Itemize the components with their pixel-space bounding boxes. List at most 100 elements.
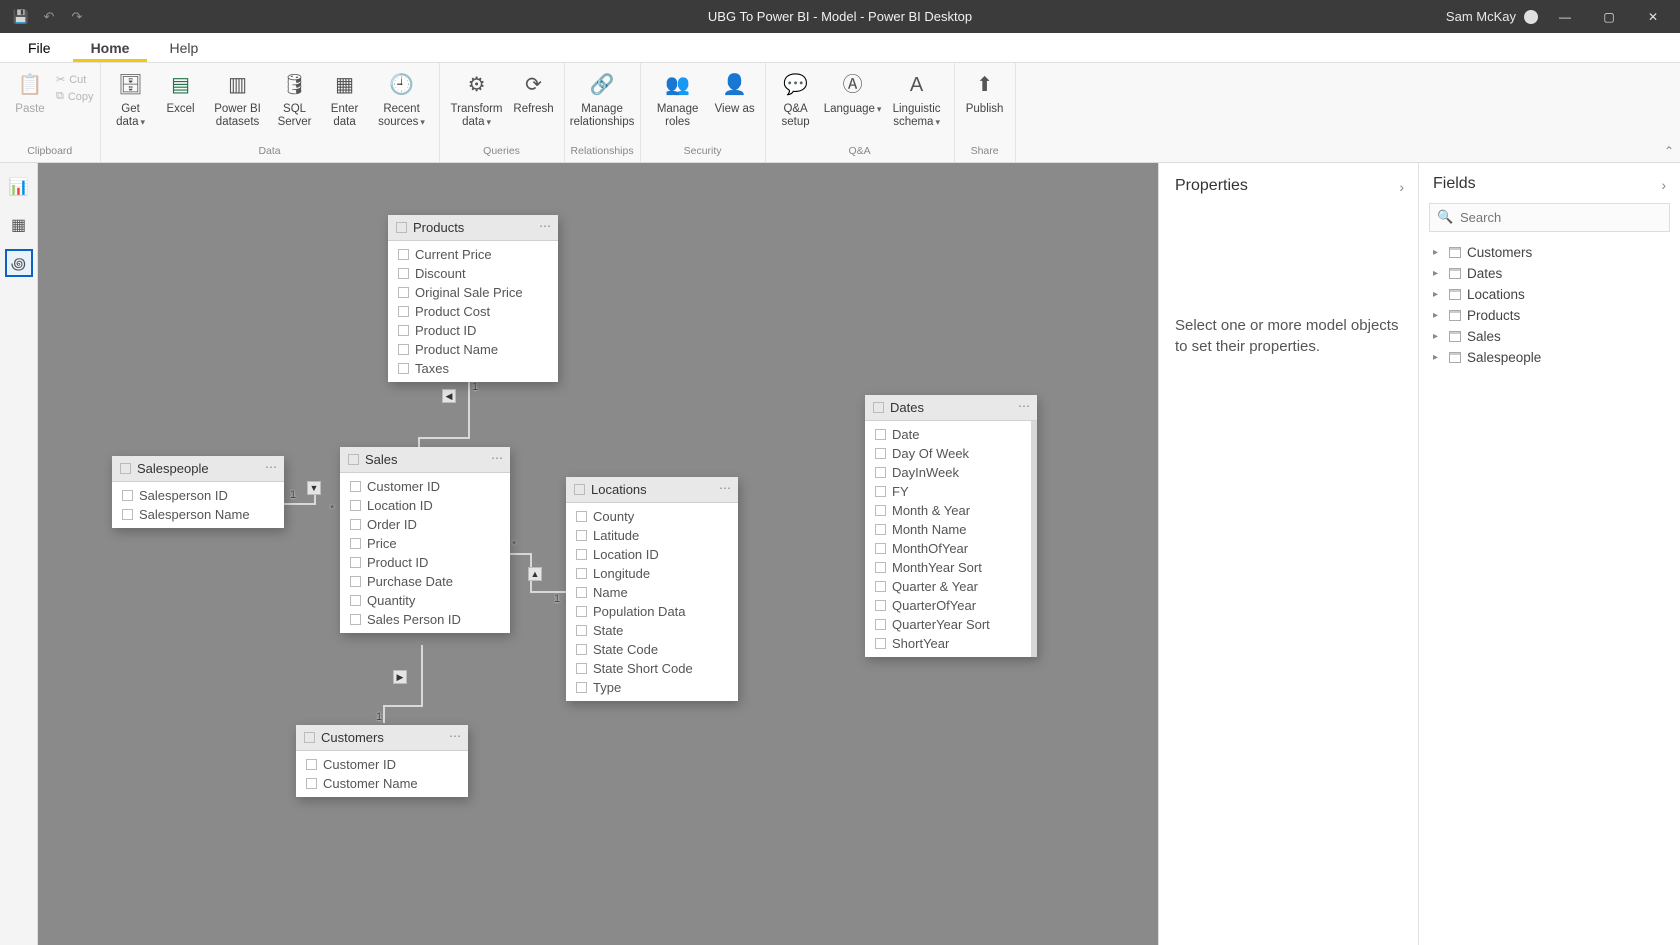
field-row[interactable]: QuarterYear Sort <box>865 615 1031 634</box>
fields-search-input[interactable] <box>1429 203 1670 232</box>
field-row[interactable]: Location ID <box>340 496 510 515</box>
rel-products-sales[interactable] <box>468 380 470 437</box>
rel-salespeople-sales[interactable] <box>284 503 314 505</box>
field-row[interactable]: Discount <box>388 264 558 283</box>
field-row[interactable]: County <box>566 507 738 526</box>
field-row[interactable]: DayInWeek <box>865 463 1031 482</box>
field-row[interactable]: Salesperson ID <box>112 486 284 505</box>
maximize-button[interactable]: ▢ <box>1592 0 1626 33</box>
field-row[interactable]: Product ID <box>340 553 510 572</box>
field-row[interactable]: State <box>566 621 738 640</box>
rel-sales-customers[interactable] <box>421 645 423 705</box>
field-row[interactable]: Quantity <box>340 591 510 610</box>
field-row[interactable]: ShortYear <box>865 634 1031 653</box>
field-row[interactable]: Original Sale Price <box>388 283 558 302</box>
field-row[interactable]: Product Name <box>388 340 558 359</box>
table-products[interactable]: Products⋯ Current Price Discount Origina… <box>388 215 558 382</box>
field-row[interactable]: Date <box>865 425 1031 444</box>
linguistic-schema-button[interactable]: ALinguistic schema <box>886 67 948 129</box>
rel-products-sales[interactable] <box>418 437 470 439</box>
rel-sales-locations[interactable] <box>510 553 530 555</box>
fields-table-item[interactable]: ▸Sales <box>1429 326 1670 347</box>
field-row[interactable]: Longitude <box>566 564 738 583</box>
field-row[interactable]: State Code <box>566 640 738 659</box>
field-row[interactable]: Month Name <box>865 520 1031 539</box>
close-button[interactable]: ✕ <box>1636 0 1670 33</box>
get-data-button[interactable]: 🗄Get data <box>107 67 155 129</box>
report-view-button[interactable]: 📊 <box>5 173 33 201</box>
table-locations[interactable]: Locations⋯ County Latitude Location ID L… <box>566 477 738 701</box>
field-row[interactable]: MonthYear Sort <box>865 558 1031 577</box>
data-view-button[interactable]: ▦ <box>5 211 33 239</box>
table-salespeople[interactable]: Salespeople⋯ Salesperson ID Salesperson … <box>112 456 284 528</box>
view-as-button[interactable]: 👤View as <box>711 67 759 116</box>
field-row[interactable]: Customer ID <box>340 477 510 496</box>
table-menu-button[interactable]: ⋯ <box>1018 399 1031 413</box>
redo-icon[interactable]: ↷ <box>70 10 84 24</box>
field-row[interactable]: Name <box>566 583 738 602</box>
field-row[interactable]: Latitude <box>566 526 738 545</box>
field-row[interactable]: Sales Person ID <box>340 610 510 629</box>
table-menu-button[interactable]: ⋯ <box>265 460 278 474</box>
field-row[interactable]: MonthOfYear <box>865 539 1031 558</box>
properties-header[interactable]: Properties <box>1175 177 1402 195</box>
rel-sales-customers[interactable] <box>383 705 423 707</box>
table-menu-button[interactable]: ⋯ <box>491 451 504 465</box>
table-menu-button[interactable]: ⋯ <box>449 729 462 743</box>
field-row[interactable]: FY <box>865 482 1031 501</box>
user-account[interactable]: Sam McKay <box>1446 9 1538 24</box>
undo-icon[interactable]: ↶ <box>42 10 56 24</box>
table-sales[interactable]: Sales⋯ Customer ID Location ID Order ID … <box>340 447 510 633</box>
enter-data-button[interactable]: ▦Enter data <box>321 67 369 129</box>
manage-relationships-button[interactable]: 🔗Manage relationships <box>571 67 633 129</box>
table-menu-button[interactable]: ⋯ <box>539 219 552 233</box>
qa-setup-button[interactable]: 💬Q&A setup <box>772 67 820 129</box>
chevron-right-icon[interactable]: › <box>1399 179 1404 195</box>
field-row[interactable]: Product ID <box>388 321 558 340</box>
field-row[interactable]: Salesperson Name <box>112 505 284 524</box>
pbi-datasets-button[interactable]: ▥Power BI datasets <box>207 67 269 129</box>
rel-sales-customers[interactable] <box>383 705 385 723</box>
table-customers[interactable]: Customers⋯ Customer ID Customer Name <box>296 725 468 797</box>
transform-data-button[interactable]: ⚙Transform data <box>446 67 508 129</box>
recent-sources-button[interactable]: 🕘Recent sources <box>371 67 433 129</box>
model-canvas[interactable]: ◀ 1 ▼ 1 * ▶ 1 ▲ * 1 Products⋯ Current Pr… <box>38 163 1158 945</box>
tab-home[interactable]: Home <box>73 34 148 62</box>
ribbon-collapse-button[interactable]: ⌃ <box>1664 144 1674 158</box>
save-icon[interactable]: 💾 <box>14 10 28 24</box>
minimize-button[interactable]: — <box>1548 0 1582 33</box>
refresh-button[interactable]: ⟳Refresh <box>510 67 558 116</box>
field-row[interactable]: Current Price <box>388 245 558 264</box>
fields-header[interactable]: Fields› <box>1433 175 1670 193</box>
paste-button[interactable]: 📋 Paste <box>6 67 54 116</box>
fields-table-item[interactable]: ▸Customers <box>1429 242 1670 263</box>
fields-table-item[interactable]: ▸Salespeople <box>1429 347 1670 368</box>
field-row[interactable]: Customer Name <box>296 774 468 793</box>
table-menu-button[interactable]: ⋯ <box>719 481 732 495</box>
copy-button[interactable]: ⧉Copy <box>56 90 94 103</box>
sql-server-button[interactable]: 🛢SQL Server <box>271 67 319 129</box>
fields-table-item[interactable]: ▸Locations <box>1429 284 1670 305</box>
field-row[interactable]: State Short Code <box>566 659 738 678</box>
field-row[interactable]: Purchase Date <box>340 572 510 591</box>
model-view-button[interactable]: ꩜ <box>5 249 33 277</box>
excel-button[interactable]: ▤Excel <box>157 67 205 116</box>
chevron-right-icon[interactable]: › <box>1661 177 1666 193</box>
field-row[interactable]: Type <box>566 678 738 697</box>
publish-button[interactable]: ⬆Publish <box>961 67 1009 116</box>
tab-help[interactable]: Help <box>151 34 216 62</box>
field-row[interactable]: Order ID <box>340 515 510 534</box>
field-row[interactable]: QuarterOfYear <box>865 596 1031 615</box>
field-row[interactable]: Month & Year <box>865 501 1031 520</box>
field-row[interactable]: Week Number <box>865 653 1031 657</box>
field-row[interactable]: Taxes <box>388 359 558 378</box>
field-row[interactable]: Quarter & Year <box>865 577 1031 596</box>
field-row[interactable]: Price <box>340 534 510 553</box>
language-button[interactable]: ⒶLanguage <box>822 67 884 116</box>
fields-table-item[interactable]: ▸Products <box>1429 305 1670 326</box>
tab-file[interactable]: File <box>10 34 69 62</box>
field-row[interactable]: Product Cost <box>388 302 558 321</box>
field-row[interactable]: Customer ID <box>296 755 468 774</box>
field-row[interactable]: Population Data <box>566 602 738 621</box>
fields-table-item[interactable]: ▸Dates <box>1429 263 1670 284</box>
